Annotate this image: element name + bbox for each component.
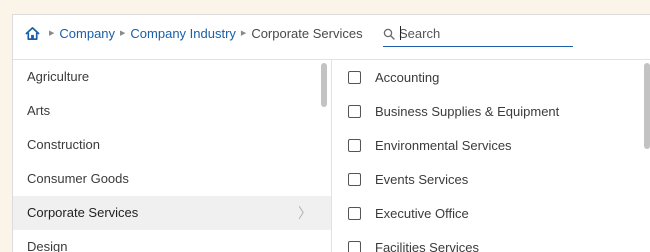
industry-list: Agriculture Arts Construction Consumer G… (13, 60, 331, 252)
sub-industry-label: Facilities Services (375, 240, 479, 252)
checkbox[interactable] (348, 139, 361, 152)
search-input[interactable] (399, 23, 569, 43)
sub-industry-item[interactable]: Executive Office (332, 196, 640, 230)
sub-industry-item[interactable]: Accounting (332, 60, 640, 94)
breadcrumb-separator-icon: ▶ (241, 29, 246, 37)
sub-industry-label: Accounting (375, 70, 439, 85)
industry-label: Consumer Goods (27, 171, 129, 186)
text-caret (400, 26, 401, 40)
sub-industry-list-scrollbar[interactable] (644, 63, 650, 149)
industry-item[interactable]: Design (13, 230, 331, 252)
sub-industry-label: Executive Office (375, 206, 469, 221)
breadcrumb-separator-icon: ▶ (49, 29, 54, 37)
sub-industry-item[interactable]: Facilities Services (332, 230, 640, 252)
industry-item[interactable]: Arts (13, 94, 331, 128)
sub-industry-item[interactable]: Business Supplies & Equipment (332, 94, 640, 128)
checkbox[interactable] (348, 71, 361, 84)
home-icon[interactable] (25, 26, 40, 41)
sub-industry-item[interactable]: Environmental Services (332, 128, 640, 162)
industry-label: Agriculture (27, 69, 89, 84)
industry-item-selected[interactable]: Corporate Services 〉 (13, 196, 331, 230)
industry-picker-panel: ▶ Company ▶ Company Industry ▶ Corporate… (12, 14, 650, 252)
picker-header: ▶ Company ▶ Company Industry ▶ Corporate… (13, 15, 650, 60)
industry-label: Construction (27, 137, 100, 152)
sub-industry-item[interactable]: Events Services (332, 162, 640, 196)
checkbox[interactable] (348, 241, 361, 252)
industry-label: Corporate Services (27, 205, 138, 220)
search-icon (383, 27, 395, 39)
checkbox[interactable] (348, 105, 361, 118)
checkbox[interactable] (348, 207, 361, 220)
breadcrumb-company-link[interactable]: Company (59, 26, 115, 41)
sub-industry-label: Events Services (375, 172, 468, 187)
industry-item[interactable]: Consumer Goods (13, 162, 331, 196)
checkbox[interactable] (348, 173, 361, 186)
breadcrumb-company-industry-link[interactable]: Company Industry (130, 26, 236, 41)
breadcrumb-current: Corporate Services (251, 26, 362, 41)
industry-label: Arts (27, 103, 50, 118)
chevron-right-icon: 〉 (298, 196, 312, 230)
search-box[interactable] (383, 20, 573, 47)
sub-industry-label: Business Supplies & Equipment (375, 104, 559, 119)
breadcrumb: ▶ Company ▶ Company Industry ▶ Corporate… (25, 24, 363, 42)
industry-label: Design (27, 239, 67, 252)
industry-item[interactable]: Construction (13, 128, 331, 162)
sub-industry-list: Accounting Business Supplies & Equipment… (332, 60, 640, 252)
industry-list-scrollbar[interactable] (321, 63, 327, 107)
sub-industry-label: Environmental Services (375, 138, 512, 153)
industry-item[interactable]: Agriculture (13, 60, 331, 94)
breadcrumb-separator-icon: ▶ (120, 29, 125, 37)
